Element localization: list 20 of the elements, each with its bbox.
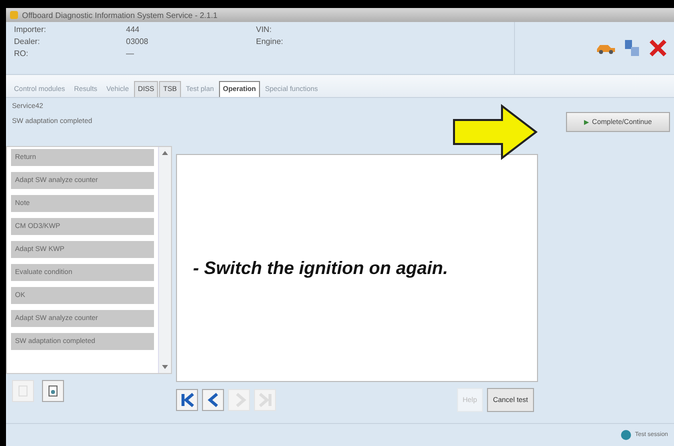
close-icon[interactable]	[648, 38, 668, 58]
document-icon	[48, 385, 58, 397]
field-value: —	[126, 49, 135, 60]
scroll-down-icon[interactable]	[162, 365, 168, 369]
first-button[interactable]	[176, 389, 198, 411]
print-preview-button[interactable]	[42, 380, 64, 402]
window-title: Offboard Diagnostic Information System Service - 2.1.1	[22, 10, 218, 20]
field-label: VIN:	[256, 25, 273, 36]
field-label: Engine:	[256, 37, 284, 48]
field-label: Dealer:	[14, 37, 41, 48]
scroll-up-icon[interactable]	[162, 151, 168, 155]
previous-button[interactable]	[202, 389, 224, 411]
app-icon	[10, 11, 18, 19]
play-icon	[584, 120, 590, 124]
field-label: RO:	[14, 49, 30, 60]
vehicle-icon[interactable]	[596, 42, 616, 54]
instruction-text: - Switch the ignition on again.	[193, 258, 448, 278]
field-value: 03008	[126, 37, 150, 48]
field-value: 444	[126, 25, 140, 36]
field-label: Importer:	[14, 25, 48, 36]
